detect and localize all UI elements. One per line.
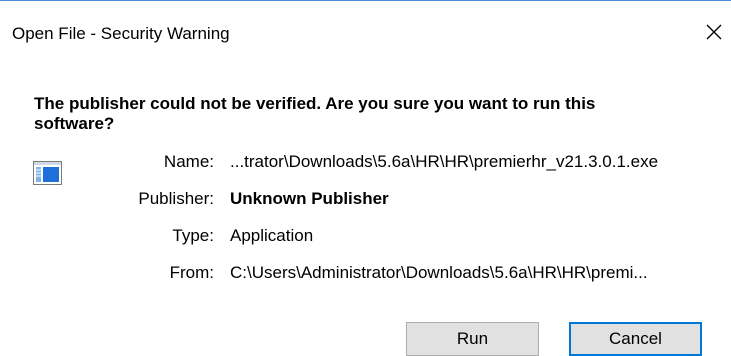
security-warning-dialog: Open File - Security Warning The publish… xyxy=(0,0,731,356)
window-title: Open File - Security Warning xyxy=(12,24,230,43)
warning-heading: The publisher could not be verified. Are… xyxy=(34,94,596,133)
type-value: Application xyxy=(230,226,314,245)
type-label: Type: xyxy=(172,226,214,245)
name-label: Name: xyxy=(163,152,214,171)
name-value: ...trator\Downloads\5.6a\HR\HR\premierhr… xyxy=(230,152,659,171)
from-value: C:\Users\Administrator\Downloads\5.6a\HR… xyxy=(230,263,648,282)
close-icon xyxy=(706,24,722,40)
close-button[interactable] xyxy=(700,18,728,46)
window-top-border xyxy=(0,0,731,1)
cancel-button[interactable]: Cancel xyxy=(569,322,702,356)
publisher-label: Publisher: xyxy=(138,189,214,208)
from-label: From: xyxy=(169,263,214,282)
publisher-value: Unknown Publisher xyxy=(230,189,389,208)
run-button[interactable]: Run xyxy=(406,322,539,356)
